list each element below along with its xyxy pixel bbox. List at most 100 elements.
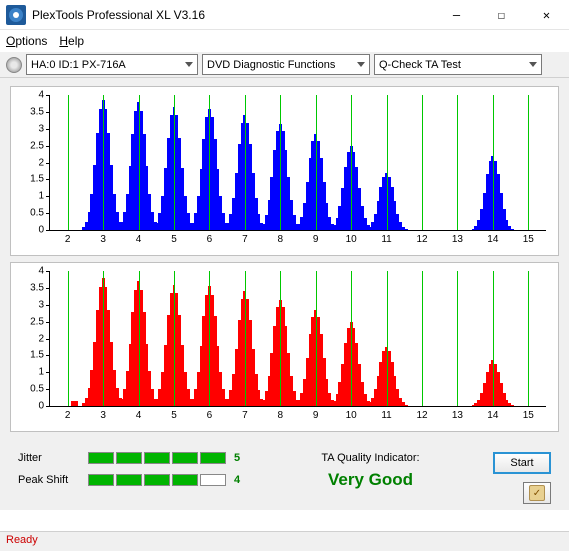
y-tick-label: 3.5: [30, 106, 44, 117]
x-tick-label: 13: [452, 234, 463, 245]
y-tick-label: 0.5: [30, 384, 44, 395]
meter-box: [172, 474, 198, 486]
meter-box: [88, 474, 114, 486]
x-tick-label: 11: [381, 234, 391, 245]
x-tick-label: 8: [278, 234, 284, 245]
maximize-button[interactable]: ☐: [479, 0, 524, 30]
marker-line: [422, 271, 423, 406]
marker-line: [245, 95, 246, 230]
menu-options[interactable]: Options: [6, 34, 47, 48]
peakshift-value: 4: [234, 474, 248, 486]
chart-bottom: 00.511.522.533.5423456789101112131415: [10, 262, 559, 432]
x-tick-label: 3: [100, 410, 106, 421]
x-tick-label: 2: [65, 234, 71, 245]
x-tick-label: 8: [278, 410, 284, 421]
x-tick-label: 13: [452, 410, 463, 421]
titlebar: PlexTools Professional XL V3.16 — ☐ ✕: [0, 0, 569, 30]
meter-box: [172, 452, 198, 464]
x-tick-label: 14: [487, 410, 498, 421]
device-dropdown[interactable]: HA:0 ID:1 PX-716A: [26, 54, 198, 75]
marker-line: [280, 271, 281, 406]
x-tick-label: 6: [207, 410, 213, 421]
marker-line: [209, 271, 210, 406]
y-tick-label: 3: [38, 123, 44, 134]
marker-line: [174, 271, 175, 406]
marker-line: [387, 271, 388, 406]
options-icon: [529, 485, 545, 501]
x-tick-label: 7: [242, 410, 248, 421]
menubar: Options Help: [0, 30, 569, 52]
test-dropdown[interactable]: Q-Check TA Test: [374, 54, 542, 75]
meter-box: [144, 452, 170, 464]
close-button[interactable]: ✕: [524, 0, 569, 30]
bottom-panel: Jitter 5 Peak Shift 4 TA Quality Indicat…: [0, 442, 569, 510]
meter-box: [200, 474, 226, 486]
marker-line: [174, 95, 175, 230]
marker-line: [209, 95, 210, 230]
drive-icon: [6, 57, 22, 73]
x-tick-label: 3: [100, 234, 106, 245]
x-tick-label: 6: [207, 234, 213, 245]
toolbar: HA:0 ID:1 PX-716A DVD Diagnostic Functio…: [0, 52, 569, 78]
y-tick-label: 0: [38, 225, 44, 236]
start-button[interactable]: Start: [493, 452, 551, 474]
y-tick-label: 1.5: [30, 350, 44, 361]
chart-top: 00.511.522.533.5423456789101112131415: [10, 86, 559, 256]
options-button[interactable]: [523, 482, 551, 504]
y-tick-label: 1.5: [30, 174, 44, 185]
marker-line: [493, 95, 494, 230]
x-tick-label: 15: [523, 234, 534, 245]
quality-label: TA Quality Indicator:: [248, 452, 493, 464]
peakshift-label: Peak Shift: [18, 474, 80, 486]
y-tick-label: 3: [38, 299, 44, 310]
meter-box: [88, 452, 114, 464]
marker-line: [139, 271, 140, 406]
marker-line: [245, 271, 246, 406]
marker-line: [351, 95, 352, 230]
minimize-button[interactable]: —: [434, 0, 479, 30]
marker-line: [422, 95, 423, 230]
marker-line: [457, 271, 458, 406]
marker-line: [493, 271, 494, 406]
x-tick-label: 12: [416, 234, 427, 245]
y-tick-label: 1: [38, 191, 44, 202]
x-tick-label: 11: [381, 410, 391, 421]
status-text: Ready: [6, 534, 38, 546]
marker-line: [316, 95, 317, 230]
x-tick-label: 15: [523, 410, 534, 421]
y-tick-label: 0: [38, 401, 44, 412]
marker-line: [280, 95, 281, 230]
x-tick-label: 4: [136, 234, 142, 245]
x-tick-label: 2: [65, 410, 71, 421]
x-tick-label: 7: [242, 234, 248, 245]
x-tick-label: 14: [487, 234, 498, 245]
marker-line: [316, 271, 317, 406]
y-tick-label: 3.5: [30, 282, 44, 293]
marker-line: [387, 95, 388, 230]
marker-line: [457, 95, 458, 230]
x-tick-label: 12: [416, 410, 427, 421]
marker-line: [103, 95, 104, 230]
y-tick-label: 2.5: [30, 140, 44, 151]
marker-line: [528, 271, 529, 406]
x-tick-label: 10: [346, 234, 357, 245]
meter-box: [144, 474, 170, 486]
jitter-value: 5: [234, 452, 248, 464]
meter-box: [116, 474, 142, 486]
y-tick-label: 2: [38, 157, 44, 168]
x-tick-label: 5: [171, 410, 177, 421]
y-tick-label: 2.5: [30, 316, 44, 327]
marker-line: [68, 95, 69, 230]
menu-help[interactable]: Help: [59, 34, 84, 48]
y-tick-label: 0.5: [30, 208, 44, 219]
x-tick-label: 5: [171, 234, 177, 245]
quality-value: Very Good: [248, 470, 493, 490]
peakshift-meter: Peak Shift 4: [18, 474, 248, 486]
marker-line: [528, 95, 529, 230]
quality-indicator: TA Quality Indicator: Very Good: [248, 452, 493, 490]
category-dropdown[interactable]: DVD Diagnostic Functions: [202, 54, 370, 75]
marker-line: [139, 95, 140, 230]
x-tick-label: 9: [313, 410, 319, 421]
meter-box: [200, 452, 226, 464]
jitter-label: Jitter: [18, 452, 80, 464]
